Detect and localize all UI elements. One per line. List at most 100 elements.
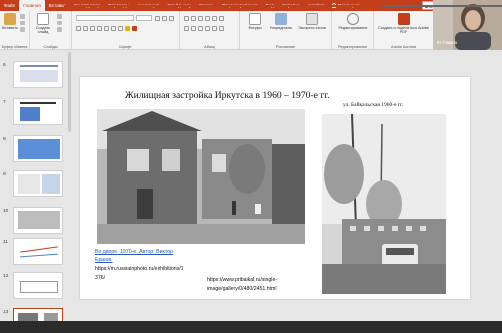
clear-format-icon[interactable] (169, 15, 174, 21)
slides-small-buttons (57, 14, 62, 33)
new-slide-button[interactable]: Создать слайд (33, 13, 53, 35)
powerpoint-window: ФайлГлавнаяВставкаКонструкторПереходыАни… (0, 0, 502, 333)
thumbnail-number: 11 (3, 240, 8, 245)
thumbnail-number: 13 (3, 310, 9, 315)
line-spacing-icon[interactable] (212, 15, 217, 21)
shapes-button[interactable]: Фигуры (244, 13, 266, 30)
video-player-bar (0, 321, 502, 333)
format-painter-icon[interactable] (20, 27, 25, 33)
grow-font-icon[interactable] (155, 15, 160, 21)
font-size-box[interactable] (136, 15, 152, 21)
font-group: Шрифт (72, 11, 180, 50)
cut-icon[interactable] (20, 14, 25, 19)
thumbnail-number: 8 (3, 137, 6, 142)
paragraph-row-2 (184, 25, 224, 31)
font-name-box[interactable] (76, 15, 134, 21)
thumbnail-scrollbar[interactable] (68, 52, 71, 132)
source-url-2-end: image/gallery/0/480/2451.html (207, 286, 277, 292)
clipboard-small-buttons (20, 14, 25, 33)
font-style-buttons (76, 25, 137, 31)
slide-thumbnail[interactable] (13, 272, 63, 299)
courtyard-photo-image (97, 109, 305, 244)
bold-icon[interactable] (76, 25, 81, 31)
quick-styles-icon (306, 13, 318, 25)
thumbnail-number: 9 (3, 172, 6, 177)
font-group-label: Шрифт (119, 45, 132, 49)
case-icon[interactable] (118, 25, 123, 31)
slide-thumbnail[interactable] (13, 170, 63, 197)
paragraph-row-1 (184, 15, 224, 21)
slides-group: Создать слайд Слайды (30, 11, 72, 50)
new-slide-label: Создать слайд (35, 26, 51, 35)
quick-styles-label: Экспресс-стили (298, 26, 326, 30)
quick-styles-button[interactable]: Экспресс-стили (297, 13, 327, 30)
clipboard-group: Вставить Буфер обмена (0, 11, 30, 50)
shapes-label: Фигуры (248, 26, 262, 30)
source-url-2: https://www.pribaikal.ru/single- (207, 277, 278, 283)
slides-group-label: Слайды (43, 45, 58, 49)
drawing-group: Фигуры Упорядочить Экспресс-стили Рисова… (240, 11, 332, 50)
align-left-icon[interactable] (184, 25, 189, 31)
photo-caption-baikalskaya: ул. Байкальская 1960-е гг. (343, 102, 404, 108)
slide-thumbnail[interactable] (13, 238, 63, 265)
highlight-icon[interactable] (125, 25, 130, 31)
courtyard-photo[interactable] (97, 109, 305, 244)
underline-icon[interactable] (90, 25, 95, 31)
arrange-button[interactable]: Упорядочить (267, 13, 295, 30)
editing-group: Редактирование Редактирование (332, 11, 374, 50)
thumbnail-number: 6 (3, 63, 6, 68)
clipboard-group-label: Буфер обмена (1, 45, 28, 49)
source-url-1-end: 376/ (95, 275, 106, 281)
numbering-icon[interactable] (191, 15, 196, 21)
columns-icon[interactable] (212, 25, 217, 31)
slide-thumbnail[interactable] (13, 61, 63, 88)
paste-button[interactable]: Вставить (2, 13, 18, 30)
reset-icon[interactable] (57, 20, 62, 26)
paste-icon (4, 13, 16, 25)
tab-1[interactable]: Главная (19, 0, 45, 11)
slide-thumbnail[interactable] (13, 135, 63, 162)
justify-icon[interactable] (205, 25, 210, 31)
photo-source-link-2[interactable]: Ершов. (95, 257, 113, 264)
align-center-icon[interactable] (191, 25, 196, 31)
drawing-group-label: Рисование (275, 45, 296, 49)
arrange-icon (275, 13, 287, 25)
slide-canvas[interactable]: Жилищная застройка Иркутска в 1960 – 197… (80, 77, 470, 299)
photo-source-link[interactable]: Во дворе. 1970-е. Автор: Виктор (95, 249, 173, 256)
playback-knob[interactable] (376, 2, 383, 9)
increase-indent-icon[interactable] (205, 15, 210, 21)
shadow-icon[interactable] (104, 25, 109, 31)
editing-button[interactable]: Редактирование (335, 13, 371, 30)
shrink-font-icon[interactable] (162, 15, 167, 21)
thumbnail-number: 7 (3, 100, 6, 105)
text-direction-icon[interactable] (219, 15, 224, 21)
slide-thumbnail[interactable] (13, 98, 63, 125)
playback-progress (64, 4, 380, 7)
copy-icon[interactable] (20, 20, 25, 26)
paste-label: Вставить (2, 26, 19, 30)
acrobat-icon (397, 13, 410, 25)
webcam-name: Ю.Гомина (437, 40, 458, 45)
slide-thumbnail-panel: 6 7 8 9 10 11 12 13 (0, 51, 72, 333)
strikethrough-icon[interactable] (97, 25, 102, 31)
ribbon: Вставить Буфер обмена Создать слайд Слай… (0, 11, 502, 50)
baikalskaya-street-photo[interactable] (322, 114, 446, 294)
paragraph-group-label: Абзац (204, 45, 215, 49)
align-right-icon[interactable] (198, 25, 203, 31)
align-text-icon[interactable] (219, 25, 224, 31)
spacing-icon[interactable] (111, 25, 116, 31)
shapes-icon (249, 13, 261, 25)
create-pdf-button[interactable]: Создать и поделиться Adobe PDF (376, 13, 431, 35)
slide-thumbnail[interactable] (13, 207, 63, 234)
tab-0[interactable]: Файл (0, 0, 19, 11)
font-color-icon[interactable] (132, 25, 137, 31)
section-icon[interactable] (57, 27, 62, 33)
acrobat-group: Создать и поделиться Adobe PDF Adobe Acr… (374, 11, 433, 50)
bullets-icon[interactable] (184, 15, 189, 21)
layout-icon[interactable] (57, 14, 62, 19)
decrease-indent-icon[interactable] (198, 15, 203, 21)
acrobat-group-label: Adobe Acrobat (391, 45, 416, 49)
thumbnail-number: 12 (3, 274, 9, 279)
italic-icon[interactable] (83, 25, 88, 31)
find-icon (347, 13, 359, 25)
